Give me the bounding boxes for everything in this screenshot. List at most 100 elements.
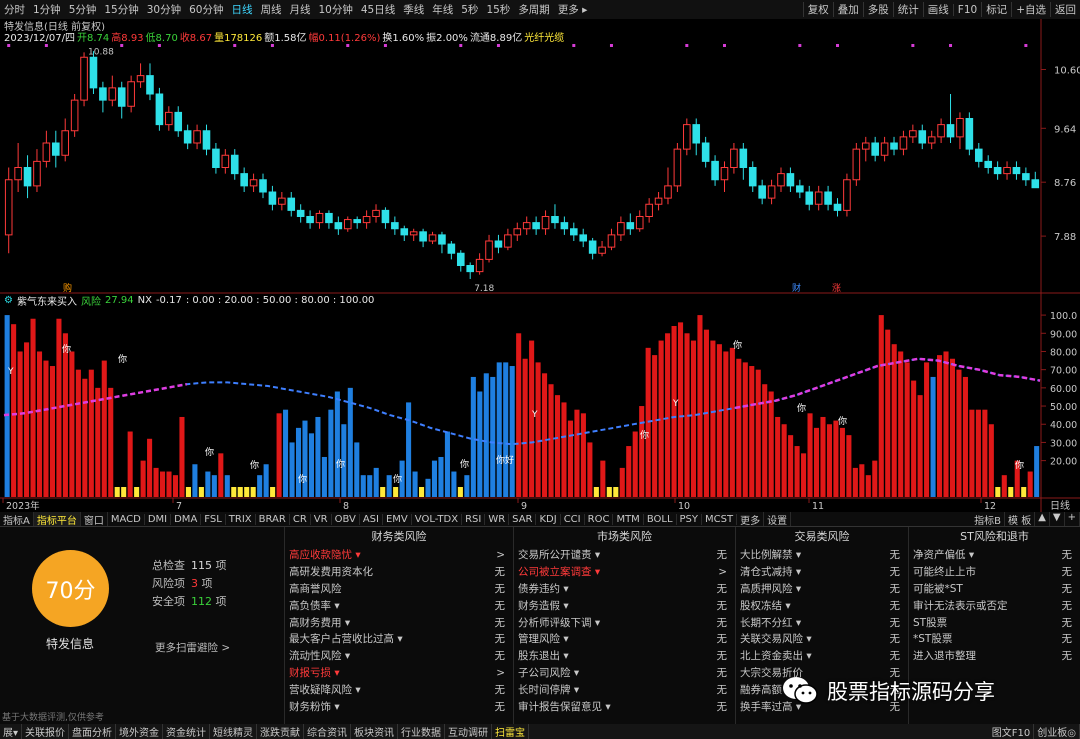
risk-item[interactable]: 管理风险 ▾ 无: [514, 631, 735, 648]
tab-20[interactable]: ROC: [585, 513, 614, 525]
tab-right-2[interactable]: ▲: [1035, 512, 1050, 526]
signal-marker: [120, 44, 124, 47]
risk-item[interactable]: 净资产偏低 ▾ 无: [909, 547, 1080, 564]
tab-5[interactable]: DMA: [171, 513, 202, 525]
tab-right-0[interactable]: 指标B: [971, 512, 1006, 526]
risk-item[interactable]: 债券违约 ▾ 无: [514, 581, 735, 598]
tab-7[interactable]: TRIX: [226, 513, 256, 525]
risk-item[interactable]: 高财务费用 ▾ 无: [285, 615, 513, 632]
tab-right-1[interactable]: 模 板: [1005, 512, 1036, 526]
gear-icon[interactable]: ⚙: [4, 295, 13, 306]
risk-item[interactable]: 最大客户占营收比过高 ▾ 无: [285, 631, 513, 648]
risk-item[interactable]: 可能终止上市 无: [909, 564, 1080, 581]
risk-item[interactable]: *ST股票 无: [909, 631, 1080, 648]
tab-15[interactable]: RSI: [462, 513, 486, 525]
signal-marker: [44, 44, 48, 47]
bottom-tab-0[interactable]: 展▾: [0, 724, 23, 739]
risk-item[interactable]: 财务粉饰 ▾ 无: [285, 699, 513, 716]
indicator-bar: [924, 362, 930, 497]
tab-16[interactable]: WR: [485, 513, 510, 525]
risk-item[interactable]: 清仓式减持 ▾ 无: [736, 564, 908, 581]
tab-17[interactable]: SAR: [509, 513, 537, 525]
tab-13[interactable]: EMV: [383, 513, 412, 525]
risk-item[interactable]: 长期不分红 ▾ 无: [736, 615, 908, 632]
tab-2[interactable]: 窗口: [81, 512, 108, 526]
tab-25[interactable]: 更多: [737, 512, 765, 526]
risk-item[interactable]: 高研发费用资本化 无: [285, 564, 513, 581]
risk-item[interactable]: 流动性风险 ▾ 无: [285, 648, 513, 665]
tab-9[interactable]: CR: [290, 513, 311, 525]
risk-item[interactable]: 进入退市整理 无: [909, 648, 1080, 665]
bottom-tab-8[interactable]: 板块资讯: [351, 724, 399, 739]
risk-item[interactable]: 股东退出 ▾ 无: [514, 648, 735, 665]
risk-item[interactable]: 高负债率 ▾ 无: [285, 598, 513, 615]
risk-item[interactable]: 审计无法表示或否定 无: [909, 598, 1080, 615]
risk-item[interactable]: 股权冻结 ▾ 无: [736, 598, 908, 615]
bottom-tab-2[interactable]: 盘面分析: [69, 724, 117, 739]
tab-3[interactable]: MACD: [108, 513, 145, 525]
risk-item-label: 融券高额: [740, 684, 782, 697]
tab-1[interactable]: 指标平台: [33, 512, 81, 526]
bottom-tab-7[interactable]: 综合资讯: [304, 724, 352, 739]
tab-10[interactable]: VR: [311, 513, 332, 525]
risk-item[interactable]: 北上资金卖出 ▾ 无: [736, 648, 908, 665]
tab-23[interactable]: PSY: [677, 513, 703, 525]
risk-item-value: 无: [494, 633, 506, 646]
tab-6[interactable]: FSL: [201, 513, 226, 525]
tab-11[interactable]: OBV: [332, 513, 360, 525]
bottom-tab-11[interactable]: 扫雷宝: [492, 724, 530, 739]
risk-item-label: 进入退市整理: [913, 650, 976, 663]
risk-item[interactable]: 交易所公开谴责 ▾ 无: [514, 547, 735, 564]
signal-marker: [496, 44, 500, 47]
bottom-tab-6[interactable]: 涨跌贡献: [257, 724, 305, 739]
bottom-tab-1[interactable]: 关联报价: [22, 724, 70, 739]
bottom-tab-10[interactable]: 互动调研: [445, 724, 493, 739]
tab-4[interactable]: DMI: [145, 513, 172, 525]
risk-item[interactable]: 财务造假 ▾ 无: [514, 598, 735, 615]
risk-item-label: 营收疑降风险 ▾: [289, 684, 361, 697]
more-scan-link[interactable]: 更多扫雷避险 >: [155, 640, 230, 655]
bottom-tab-5[interactable]: 短线精灵: [210, 724, 258, 739]
ind-tick-label: 60.00: [1050, 384, 1077, 395]
tab-0[interactable]: 指标A: [0, 512, 34, 526]
chart-area[interactable]: 10.60 9.64 8.76 7.88 10.88 7.18 购 财 涨 100.0 90.00 8…: [0, 0, 1080, 512]
risk-item[interactable]: 高质押风险 ▾ 无: [736, 581, 908, 598]
tab-21[interactable]: MTM: [613, 513, 644, 525]
tab-14[interactable]: VOL-TDX: [412, 513, 463, 525]
indicator-bar: [878, 315, 884, 497]
risk-item[interactable]: 财报亏损 ▾ >: [285, 665, 513, 682]
risk-item[interactable]: 关联交易风险 ▾ 无: [736, 631, 908, 648]
tab-26[interactable]: 设置: [764, 512, 792, 526]
bottom-tab-9[interactable]: 行业数据: [398, 724, 446, 739]
risk-item-value: 无: [889, 599, 901, 612]
risk-item[interactable]: 长时间停牌 ▾ 无: [514, 682, 735, 699]
risk-item[interactable]: 大比例解禁 ▾ 无: [736, 547, 908, 564]
candle-body: [155, 93, 164, 126]
risk-item[interactable]: 高应收款隐忧 ▾ >: [285, 547, 513, 564]
tab-right-4[interactable]: +: [1065, 512, 1080, 526]
bottom-right-1[interactable]: 创业板◎: [1034, 724, 1080, 739]
risk-item[interactable]: 高商誉风险 无: [285, 581, 513, 598]
risk-item[interactable]: 子公司风险 ▾ 无: [514, 665, 735, 682]
risk-item[interactable]: 审计报告保留意见 ▾ 无: [514, 699, 735, 716]
candle-body: [306, 216, 314, 224]
candle-body: [202, 130, 211, 150]
indicator-bar: [949, 358, 956, 497]
risk-item[interactable]: 公司被立案调查 ▾ >: [514, 564, 735, 581]
bottom-right-0[interactable]: 图文F10: [989, 724, 1035, 739]
tab-right-3[interactable]: ▼: [1050, 512, 1065, 526]
tab-24[interactable]: MCST: [702, 513, 738, 525]
risk-item[interactable]: 可能被*ST 无: [909, 581, 1080, 598]
bottom-tab-4[interactable]: 资金统计: [163, 724, 211, 739]
tab-8[interactable]: BRAR: [256, 513, 290, 525]
tab-12[interactable]: ASI: [360, 513, 383, 525]
bottom-tab-3[interactable]: 境外资金: [116, 724, 164, 739]
risk-item[interactable]: ST股票 无: [909, 615, 1080, 632]
tab-22[interactable]: BOLL: [644, 513, 677, 525]
indicator-bar: [36, 351, 43, 497]
tab-18[interactable]: KDJ: [536, 513, 561, 525]
indicator-name[interactable]: 紫气东来买入: [17, 294, 77, 307]
tab-19[interactable]: CCI: [561, 513, 585, 525]
risk-item[interactable]: 分析师评级下调 ▾ 无: [514, 615, 735, 632]
risk-item[interactable]: 营收疑降风险 ▾ 无: [285, 682, 513, 699]
